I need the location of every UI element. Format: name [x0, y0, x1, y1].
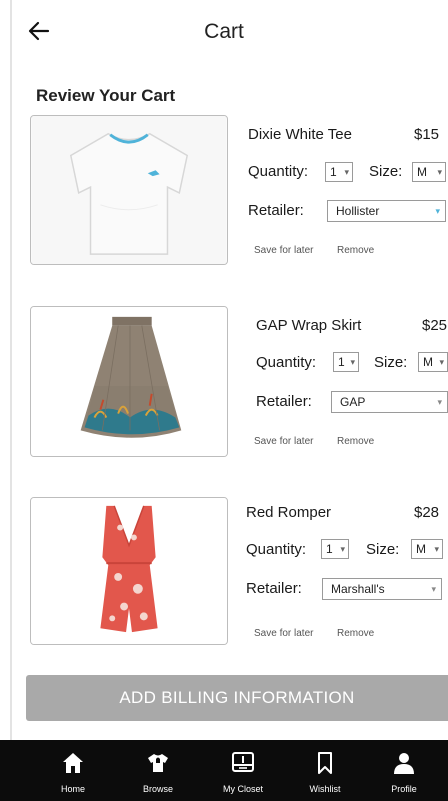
tab-label: Browse	[142, 784, 173, 794]
chevron-down-icon: ▾	[434, 544, 439, 554]
chevron-down-icon: ▾	[435, 206, 440, 216]
tab-label: My Closet	[222, 784, 263, 794]
retailer-value: Marshall's	[331, 582, 385, 596]
size-value: M	[417, 165, 427, 179]
add-billing-button[interactable]: ADD BILLING INFORMATION	[26, 675, 448, 721]
product-image-romper[interactable]	[30, 497, 228, 645]
romper-image	[31, 498, 227, 644]
quantity-label: Quantity:	[246, 541, 307, 558]
retailer-label: Retailer:	[248, 202, 304, 219]
size-label: Size:	[369, 163, 403, 180]
chevron-down-icon: ▾	[439, 357, 444, 367]
size-value: M	[423, 355, 433, 369]
quantity-select[interactable]: 1 ▾	[321, 539, 349, 559]
home-icon	[63, 753, 83, 773]
chevron-down-icon: ▾	[340, 544, 345, 554]
quantity-select[interactable]: 1 ▾	[333, 352, 359, 372]
chevron-down-icon: ▾	[437, 167, 442, 177]
tshirt-image	[31, 116, 227, 264]
size-select[interactable]: M ▾	[412, 162, 446, 182]
chevron-down-icon: ▾	[437, 397, 442, 407]
quantity-value: 1	[326, 542, 333, 556]
tab-browse[interactable]: Browse	[118, 740, 198, 801]
tab-label: Home	[60, 784, 85, 794]
size-label: Size:	[374, 354, 408, 371]
product-image-skirt[interactable]	[30, 306, 228, 457]
shirt-icon	[148, 754, 168, 772]
tab-my-closet[interactable]: My Closet	[203, 740, 283, 801]
retailer-select[interactable]: Hollister ▾	[327, 200, 446, 222]
tab-label: Wishlist	[309, 784, 341, 794]
tab-home[interactable]: Home	[33, 740, 113, 801]
tab-label: Profile	[391, 784, 417, 794]
remove-link[interactable]: Remove	[337, 436, 374, 447]
chevron-down-icon: ▾	[350, 357, 355, 367]
bottom-tab-bar: Home Browse My Closet Wishlist Profile	[0, 740, 448, 801]
bookmark-icon	[318, 752, 332, 774]
product-name[interactable]: Red Romper	[246, 504, 331, 521]
size-select[interactable]: M ▾	[418, 352, 448, 372]
section-heading: Review Your Cart	[36, 86, 176, 105]
quantity-select[interactable]: 1 ▾	[325, 162, 353, 182]
retailer-label: Retailer:	[246, 580, 302, 597]
product-image-tee[interactable]	[30, 115, 228, 265]
product-price: $25	[422, 317, 448, 334]
retailer-value: Hollister	[336, 204, 380, 218]
save-for-later-link[interactable]: Save for later	[254, 245, 313, 256]
chevron-down-icon: ▾	[344, 167, 349, 177]
quantity-value: 1	[330, 165, 337, 179]
save-for-later-link[interactable]: Save for later	[254, 436, 313, 447]
app-header: Cart	[0, 0, 448, 70]
retailer-value: GAP	[340, 395, 366, 409]
tab-wishlist[interactable]: Wishlist	[285, 740, 365, 801]
page-title: Cart	[204, 20, 244, 43]
save-for-later-link[interactable]: Save for later	[254, 628, 313, 639]
retailer-select[interactable]: Marshall's ▾	[322, 578, 442, 600]
product-name[interactable]: Dixie White Tee	[248, 126, 352, 143]
remove-link[interactable]: Remove	[337, 245, 374, 256]
size-select[interactable]: M ▾	[411, 539, 443, 559]
remove-link[interactable]: Remove	[337, 628, 374, 639]
quantity-label: Quantity:	[256, 354, 317, 371]
retailer-select[interactable]: GAP ▾	[331, 391, 448, 413]
profile-icon	[394, 753, 414, 774]
size-value: M	[416, 542, 426, 556]
product-price: $28	[414, 504, 440, 521]
retailer-label: Retailer:	[256, 393, 312, 410]
chevron-down-icon: ▾	[431, 584, 436, 594]
skirt-image	[31, 307, 227, 456]
quantity-value: 1	[338, 355, 345, 369]
left-divider	[10, 0, 12, 740]
product-price: $15	[414, 126, 440, 143]
quantity-label: Quantity:	[248, 163, 309, 180]
tab-profile[interactable]: Profile	[364, 740, 444, 801]
size-label: Size:	[366, 541, 400, 558]
product-name[interactable]: GAP Wrap Skirt	[256, 317, 361, 334]
closet-icon	[232, 752, 254, 772]
